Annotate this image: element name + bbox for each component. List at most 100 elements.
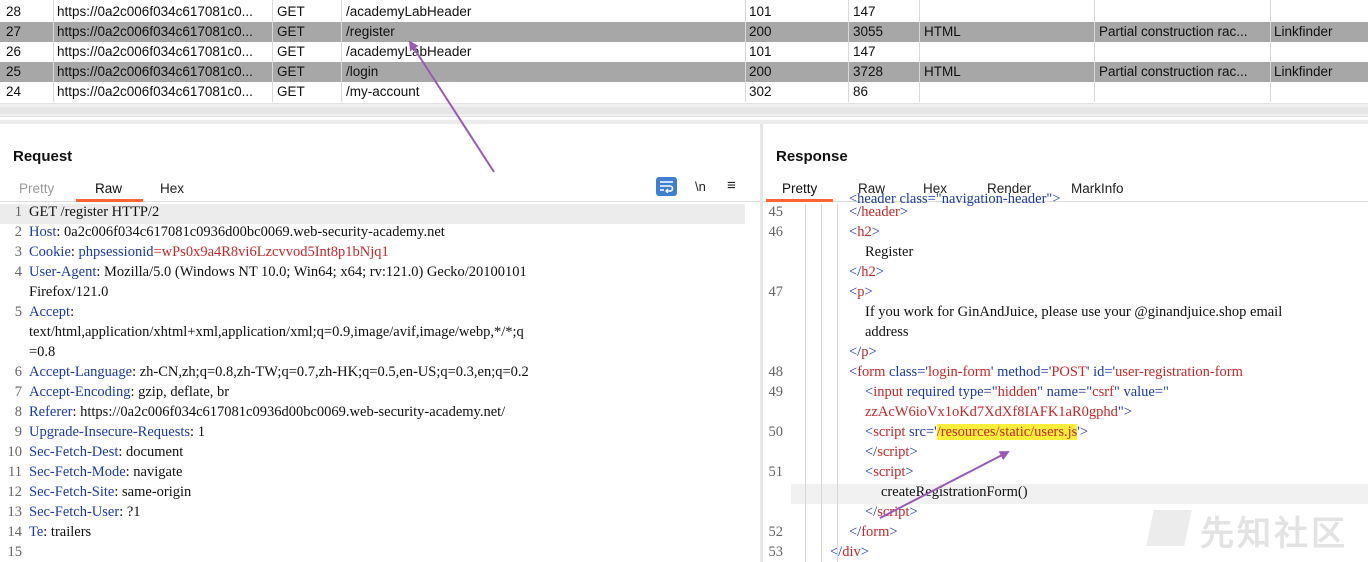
- code-line: 10 Sec-Fetch-Dest: document: [0, 444, 745, 464]
- code-token: </: [849, 524, 862, 540]
- cell-extension: Linkfinder: [1274, 24, 1333, 39]
- column-separator[interactable]: [53, 0, 54, 102]
- word-wrap-icon[interactable]: [656, 177, 677, 196]
- code-token: : zh-CN,zh;q=0.8,zh-TW;q=0.7,zh-HK;q=0.5…: [132, 364, 529, 380]
- code-token: >: [889, 524, 898, 540]
- line-text: </form>: [849, 524, 898, 541]
- table-row[interactable]: 28 https://0a2c006f034c617081c0... GET/aca…: [0, 2, 1368, 22]
- cell-method: GET: [277, 44, 305, 59]
- code-token: : 0a2c006f034c617081c0936d00bc0069.web-s…: [56, 224, 445, 240]
- tab-raw[interactable]: Raw: [95, 181, 122, 196]
- cell-num: 25: [6, 64, 22, 79]
- tab-pretty[interactable]: Pretty: [19, 181, 54, 196]
- code-line: 2 Host: 0a2c006f034c617081c0936d00bc0069.…: [0, 224, 745, 244]
- table-row[interactable]: 24 https://0a2c006f034c617081c0... GET/my-…: [0, 82, 1368, 102]
- cell-host: https://0a2c006f034c617081c0...: [57, 64, 253, 79]
- code-token: >: [909, 444, 918, 460]
- cell-status: 101: [749, 44, 772, 59]
- cell-status: 200: [749, 24, 772, 39]
- line-number: 11: [8, 464, 22, 480]
- tab-pretty[interactable]: Pretty: [782, 181, 817, 196]
- code-line: 15: [0, 544, 745, 562]
- cell-host: https://0a2c006f034c617081c0...: [57, 84, 253, 99]
- column-separator[interactable]: [341, 0, 342, 102]
- line-text: </h2>: [849, 264, 884, 281]
- code-token: div: [842, 544, 861, 560]
- code-token: </: [849, 264, 862, 280]
- line-number: 8: [14, 404, 22, 420]
- line-number: 4: [14, 264, 22, 280]
- menu-icon[interactable]: ≡: [727, 177, 736, 194]
- tab-markinfo[interactable]: MarkInfo: [1071, 181, 1124, 196]
- scrollbar-thumb[interactable]: [0, 107, 1368, 114]
- line-text: Cookie: phpsessionid=wPs0x9a4R8vi6Lzcvvo…: [29, 244, 389, 261]
- column-separator[interactable]: [272, 0, 273, 102]
- code-token: POST: [1051, 364, 1087, 380]
- code-line: address: [763, 324, 1368, 344]
- cell-status: 200: [749, 64, 772, 79]
- code-token: <: [865, 424, 874, 440]
- indent-guide: [837, 204, 838, 562]
- line-text: GET /register HTTP/2: [29, 204, 159, 221]
- code-token: <: [849, 284, 858, 300]
- code-line: 50 <script src='/resources/static/users.j…: [763, 424, 1368, 444]
- line-text: Sec-Fetch-Mode: navigate: [29, 464, 182, 481]
- cell-url: /academyLabHeader: [346, 4, 472, 19]
- column-separator[interactable]: [1270, 0, 1271, 102]
- code-token: <: [865, 464, 874, 480]
- history-horizontal-scrollbar[interactable]: [0, 103, 1368, 117]
- line-number: 15: [7, 544, 23, 560]
- tab-hex[interactable]: Hex: [160, 181, 184, 196]
- indent-guide: [821, 204, 822, 562]
- table-row[interactable]: 26 https://0a2c006f034c617081c0... GET/aca…: [0, 42, 1368, 62]
- line-number: 14: [7, 524, 23, 540]
- code-token: GET /register HTTP/2: [29, 204, 160, 220]
- watermark-logo-icon: [1146, 510, 1192, 546]
- cell-method: GET: [277, 24, 305, 39]
- line-text: address: [865, 324, 909, 341]
- newline-icon[interactable]: \n: [695, 179, 706, 194]
- column-separator[interactable]: [848, 0, 849, 102]
- code-token: =wPs0x9a4R8vi6Lzcvvod5Int8p1bNjq1: [153, 244, 389, 260]
- column-separator[interactable]: [1094, 0, 1095, 102]
- code-token: src: [905, 424, 926, 440]
- line-number: 51: [768, 464, 784, 480]
- column-separator[interactable]: [919, 0, 920, 102]
- cell-host: https://0a2c006f034c617081c0...: [57, 24, 253, 39]
- line-number: 13: [7, 504, 23, 520]
- code-token: address: [865, 324, 909, 340]
- table-row[interactable]: 27 https://0a2c006f034c617081c0... GET/reg…: [0, 22, 1368, 42]
- code-line: 6 Accept-Language: zh-CN,zh;q=0.8,zh-TW;q…: [0, 364, 745, 384]
- table-row[interactable]: 25 https://0a2c006f034c617081c0... GET/log…: [0, 62, 1368, 82]
- code-token: =0.8: [29, 344, 56, 360]
- code-token: form: [861, 524, 890, 540]
- code-token: <: [849, 364, 858, 380]
- line-text: </script>: [865, 444, 918, 461]
- cell-url: /my-account: [346, 84, 420, 99]
- code-token: <: [865, 384, 874, 400]
- line-text: </div>: [830, 544, 869, 561]
- line-number: 53: [768, 544, 784, 560]
- code-line: 45 </header>: [763, 204, 1368, 224]
- cell-length: 147: [853, 4, 876, 19]
- line-text: <h2>: [849, 224, 880, 241]
- code-line: 47 <p>: [763, 284, 1368, 304]
- code-line: </script>: [763, 444, 1368, 464]
- cell-length: 147: [853, 44, 876, 59]
- code-token: Firefox/121.0: [29, 284, 109, 300]
- line-text: Host: 0a2c006f034c617081c0936d00bc0069.w…: [29, 224, 445, 241]
- line-text: <p>: [849, 284, 873, 301]
- cell-url: /login: [346, 64, 379, 79]
- code-line: 49 <input required type="hidden" name="cs…: [763, 384, 1368, 404]
- code-token: :: [70, 304, 75, 320]
- line-text: Accept:: [29, 304, 74, 321]
- column-separator[interactable]: [745, 0, 746, 102]
- code-token: Accept: [29, 304, 71, 320]
- code-token: Te: [29, 524, 44, 540]
- code-token: Host: [29, 224, 57, 240]
- line-text: <script>: [865, 464, 914, 481]
- cell-extension: Linkfinder: [1274, 64, 1333, 79]
- cell-host: https://0a2c006f034c617081c0...: [57, 44, 253, 59]
- code-token: </: [865, 504, 878, 520]
- code-token: : Mozilla/5.0 (Windows NT 10.0; Win64; x…: [96, 264, 527, 280]
